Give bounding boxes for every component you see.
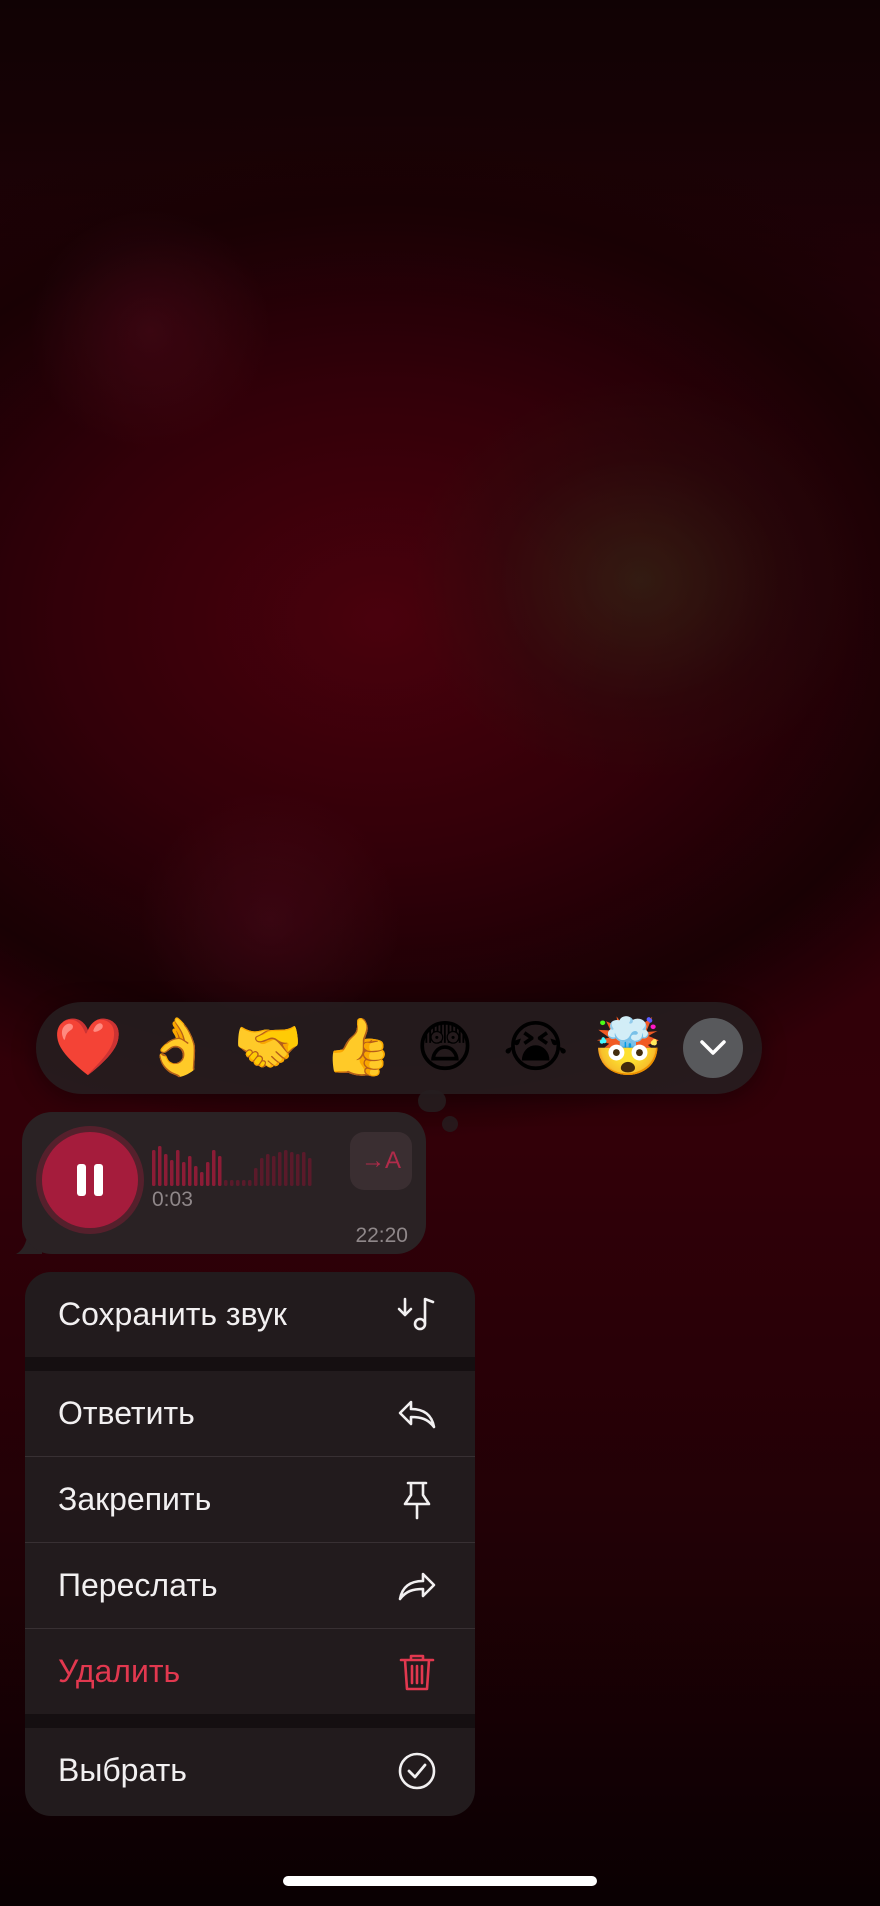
reaction-exploding-head[interactable]: 🤯 xyxy=(593,1016,663,1080)
menu-item-label: Удалить xyxy=(58,1653,181,1689)
menu-item-delete[interactable]: Удалить xyxy=(25,1629,475,1714)
expand-reactions-button[interactable] xyxy=(683,1018,743,1078)
save-audio-icon xyxy=(395,1293,439,1337)
message-time: 22:20 xyxy=(355,1224,408,1247)
voice-duration: 0:03 xyxy=(152,1188,193,1211)
pin-icon xyxy=(395,1478,439,1522)
reaction-bar-tail-dot xyxy=(442,1116,458,1132)
pause-icon xyxy=(73,1164,107,1196)
reaction-ok-hand[interactable]: 👌 xyxy=(143,1016,213,1080)
menu-item-label: Закрепить xyxy=(58,1481,212,1517)
reaction-red-heart[interactable]: ❤️ xyxy=(53,1016,123,1080)
reaction-handshake[interactable]: 🤝 xyxy=(233,1016,303,1080)
checkmark-circle-icon xyxy=(395,1749,439,1793)
menu-item-label: Переслать xyxy=(58,1567,218,1603)
reaction-bar: ❤️ 👌 🤝 👍 😨 😭 🤯 xyxy=(36,1002,762,1094)
chevron-down-icon xyxy=(700,1040,726,1055)
menu-item-label: Выбрать xyxy=(58,1752,187,1788)
screen: ❤️ 👌 🤝 👍 😨 😭 🤯 0:03 →A 22:20 Сохранить з… xyxy=(0,0,880,1906)
reaction-fearful-face[interactable]: 😨 xyxy=(413,1016,477,1080)
menu-item-select[interactable]: Выбрать xyxy=(25,1728,475,1813)
reaction-thumbs-up[interactable]: 👍 xyxy=(323,1016,393,1080)
menu-item-label: Ответить xyxy=(58,1395,195,1431)
forward-icon xyxy=(395,1564,439,1608)
context-menu: Сохранить звук Ответить Закрепить Пересл… xyxy=(25,1272,475,1816)
reply-icon xyxy=(395,1392,439,1436)
transcribe-button[interactable]: →A xyxy=(350,1132,412,1190)
voice-message-bubble[interactable]: 0:03 →A 22:20 xyxy=(22,1112,426,1254)
reaction-bar-tail xyxy=(418,1090,446,1112)
trash-icon xyxy=(395,1650,439,1694)
waveform[interactable] xyxy=(152,1142,352,1192)
menu-item-reply[interactable]: Ответить xyxy=(25,1371,475,1456)
menu-item-label: Сохранить звук xyxy=(58,1296,287,1332)
menu-item-pin[interactable]: Закрепить xyxy=(25,1457,475,1542)
reaction-loudly-crying-face[interactable]: 😭 xyxy=(503,1016,568,1080)
menu-item-save-audio[interactable]: Сохранить звук xyxy=(25,1272,475,1357)
pause-button[interactable] xyxy=(42,1132,138,1228)
home-indicator[interactable] xyxy=(283,1876,597,1886)
menu-item-forward[interactable]: Переслать xyxy=(25,1543,475,1628)
